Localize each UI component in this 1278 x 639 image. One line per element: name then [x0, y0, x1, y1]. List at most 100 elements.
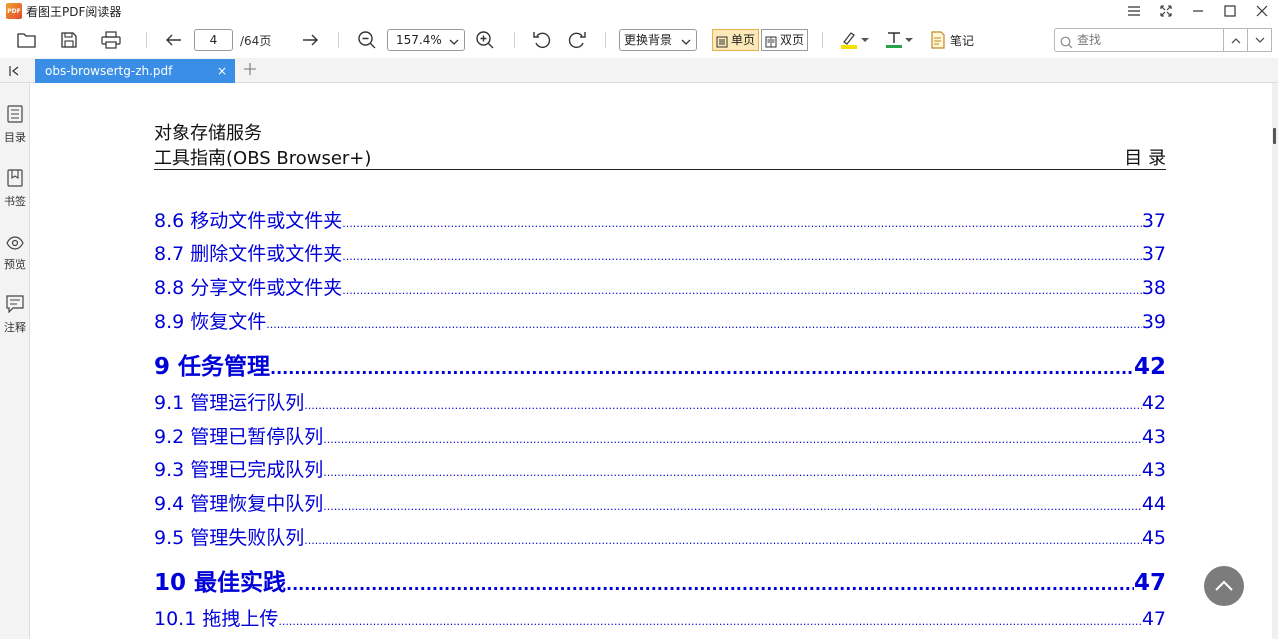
toc-leader-dots — [323, 466, 1142, 479]
toc-entry[interactable]: 9.4 管理恢复中队列 44 — [154, 489, 1166, 516]
toc-entry[interactable]: 9.5 管理失败队列 45 — [154, 523, 1166, 550]
double-page-label: 双页 — [780, 33, 805, 47]
note-icon[interactable] — [924, 26, 952, 54]
save-icon[interactable] — [55, 26, 83, 54]
toc-entry[interactable]: 8.8 分享文件或文件夹 38 — [154, 273, 1166, 300]
collapse-sidebar-icon[interactable] — [6, 62, 24, 80]
toc-leader-dots — [342, 250, 1142, 263]
chevron-up-icon — [1231, 37, 1240, 43]
sidebar-item-label: 注释 — [4, 321, 26, 334]
toc-entry-title: 9.4 管理恢复中队列 — [154, 493, 324, 515]
rotate-left-icon[interactable] — [528, 26, 556, 54]
toc-entry-title: 9 任务管理 — [154, 354, 271, 380]
single-page-label: 单页 — [731, 33, 756, 47]
zoom-select[interactable]: 157.4% — [387, 29, 465, 51]
toolbar-divider — [514, 32, 515, 48]
toc-entry[interactable]: 9.3 管理已完成队列 43 — [154, 455, 1166, 482]
eye-icon — [6, 236, 24, 250]
close-icon[interactable]: × — [217, 59, 227, 83]
double-page-button[interactable]: 双页 — [761, 29, 809, 54]
toc-entry-title: 10 最佳实践 — [154, 570, 287, 596]
toc-entry-title: 10.1 拖拽上传 — [154, 608, 279, 630]
toc-entry-page: 47 — [1141, 608, 1166, 630]
toc-entry[interactable]: 9.1 管理运行队列 42 — [154, 388, 1166, 415]
tab-filename: obs-browsertg-zh.pdf — [45, 64, 173, 78]
toc-entry-page: 42 — [1133, 354, 1166, 380]
bookmark-icon — [7, 169, 23, 187]
sidebar-item-toc[interactable]: 目录 — [0, 105, 30, 145]
document-view[interactable]: 对象存储服务 工具指南(OBS Browser+) 目 录 8.6 移动文件或文… — [31, 83, 1272, 639]
toc-leader-dots — [266, 318, 1142, 331]
toc-icon — [7, 105, 23, 123]
toc-entry-page: 43 — [1141, 459, 1166, 481]
toc-entry-page: 37 — [1141, 210, 1166, 232]
toc-entry-page: 44 — [1141, 493, 1166, 515]
search-icon — [1060, 34, 1073, 53]
sidebar-item-label: 目录 — [4, 131, 26, 144]
minimize-icon[interactable] — [1182, 0, 1214, 22]
menu-icon[interactable] — [1118, 0, 1150, 22]
previous-page-icon[interactable] — [160, 26, 188, 54]
toc-entry[interactable]: 10.1 拖拽上传 47 — [154, 604, 1166, 631]
page-total: /64页 — [240, 34, 272, 48]
sidebar-item-preview[interactable]: 预览 — [0, 235, 30, 272]
toc-entry[interactable]: 10 最佳实践 47 — [154, 563, 1166, 597]
notes-label[interactable]: 笔记 — [950, 32, 974, 49]
toc-leader-dots — [278, 615, 1141, 628]
toolbar: 4 /64页 157.4% 更换背景 单页 双页 笔记 查找 — [0, 22, 1278, 58]
open-folder-icon[interactable] — [13, 26, 41, 54]
sidebar-item-label: 预览 — [4, 258, 26, 271]
toolbar-divider — [146, 32, 147, 48]
rotate-right-icon[interactable] — [563, 26, 591, 54]
scrollbar-thumb[interactable] — [1273, 128, 1276, 144]
search-input[interactable] — [1077, 29, 1217, 51]
sidebar-item-bookmarks[interactable]: 书签 — [0, 169, 30, 209]
toc-entry-page: 38 — [1141, 277, 1166, 299]
toolbar-divider — [338, 32, 339, 48]
zoom-value: 157.4% — [396, 33, 442, 47]
next-page-icon[interactable] — [296, 26, 324, 54]
vertical-scrollbar[interactable] — [1272, 83, 1278, 639]
close-window-icon[interactable] — [1246, 0, 1278, 22]
double-page-icon — [765, 34, 777, 54]
toc-leader-dots — [270, 359, 1134, 378]
toc-entry[interactable]: 9 任务管理 42 — [154, 347, 1166, 381]
comment-icon — [6, 295, 24, 314]
maximize-icon[interactable] — [1214, 0, 1246, 22]
back-to-top-button[interactable] — [1204, 566, 1244, 606]
toc-entry-title: 9.5 管理失败队列 — [154, 527, 305, 549]
toolbar-divider — [822, 32, 823, 48]
sidebar-item-annotations[interactable]: 注释 — [0, 295, 30, 335]
zoom-in-icon[interactable] — [471, 26, 499, 54]
toc-entry[interactable]: 8.6 移动文件或文件夹 37 — [154, 206, 1166, 233]
toc-entry[interactable]: 8.7 删除文件或文件夹 37 — [154, 239, 1166, 266]
search-next-button[interactable] — [1247, 28, 1272, 52]
left-sidebar: 目录 书签 预览 注释 — [0, 83, 30, 639]
tab-document[interactable]: obs-browsertg-zh.pdf × — [35, 59, 235, 83]
toc-leader-dots — [342, 217, 1142, 230]
app-logo-icon: PDF — [6, 3, 22, 19]
toc-entry-page: 43 — [1141, 426, 1166, 448]
chevron-down-icon[interactable] — [858, 26, 872, 54]
toc-entry-title: 8.9 恢复文件 — [154, 311, 267, 333]
toolbar-divider — [605, 32, 606, 48]
toc-entry-title: 8.6 移动文件或文件夹 — [154, 210, 343, 232]
print-icon[interactable] — [97, 26, 125, 54]
change-background-select[interactable]: 更换背景 — [619, 29, 697, 51]
window-controls — [1118, 0, 1278, 22]
page-number-input[interactable]: 4 — [194, 29, 233, 51]
search-box[interactable] — [1054, 28, 1224, 52]
toc-entry-page: 47 — [1133, 570, 1166, 596]
toc-entry[interactable]: 9.2 管理已暂停队列 43 — [154, 422, 1166, 449]
add-tab-icon[interactable] — [242, 61, 258, 77]
toc-entry[interactable]: 8.9 恢复文件 39 — [154, 307, 1166, 334]
fullscreen-icon[interactable] — [1150, 0, 1182, 22]
single-page-button[interactable]: 单页 — [712, 29, 760, 51]
chevron-up-icon — [1215, 580, 1233, 591]
toc-leader-dots — [323, 433, 1142, 446]
toc-entry-page: 45 — [1141, 527, 1166, 549]
search-previous-button[interactable] — [1223, 28, 1248, 52]
zoom-out-icon[interactable] — [353, 26, 381, 54]
chevron-down-icon[interactable] — [902, 26, 916, 54]
toc-entry-title: 9.3 管理已完成队列 — [154, 459, 324, 481]
